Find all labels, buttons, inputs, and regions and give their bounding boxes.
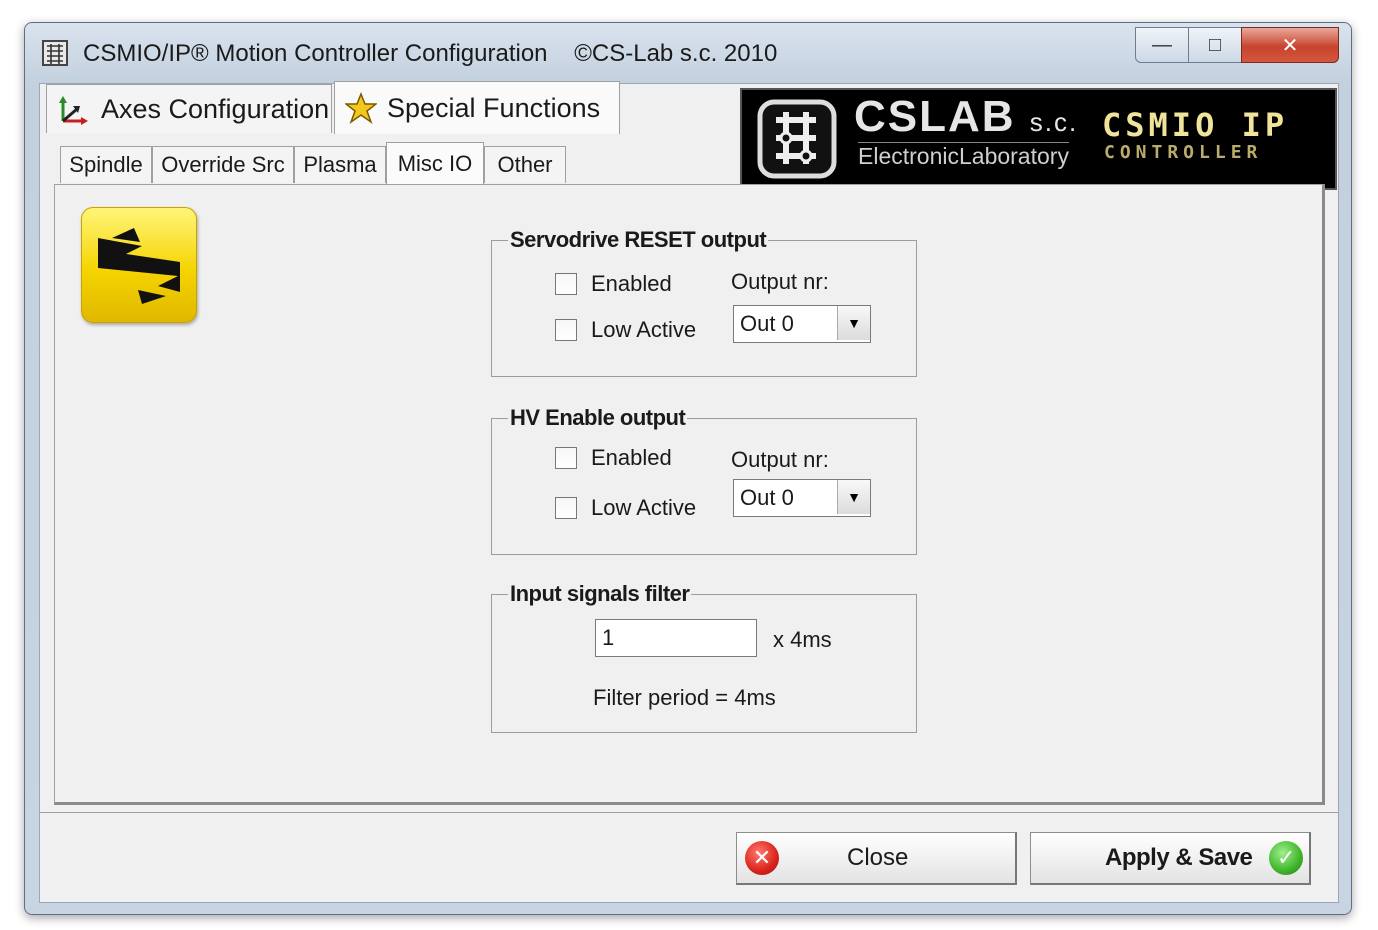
tab-plasma[interactable]: Plasma (294, 146, 386, 183)
tab-axes-configuration[interactable]: Axes Configuration (46, 84, 332, 133)
group-title: Servodrive RESET output (510, 227, 767, 252)
tab-label: Plasma (303, 152, 377, 177)
select-value: Out 0 (740, 485, 794, 510)
filter-value-input[interactable]: 1 (595, 619, 757, 657)
client-area: Axes Configuration Special Functions Spi… (39, 81, 1339, 903)
hv-low-active-label: Low Active (591, 495, 697, 520)
select-value: Out 0 (740, 311, 794, 336)
reset-output-label: Output nr: (731, 269, 829, 294)
tab-override-src[interactable]: Override Src (152, 146, 294, 183)
tab-label: Spindle (69, 152, 143, 177)
hv-low-active-checkbox[interactable] (555, 497, 577, 519)
cslab-logo-icon (757, 99, 837, 179)
tab-label: Override Src (161, 152, 285, 177)
minimize-icon: — (1152, 33, 1172, 56)
apply-save-button[interactable]: Apply & Save ✓ (1030, 832, 1311, 885)
hv-enabled-checkbox[interactable] (555, 447, 577, 469)
tab-label: Misc IO (397, 151, 473, 176)
chevron-down-icon[interactable]: ▼ (837, 306, 870, 340)
app-window: CSMIO/IP® Motion Controller Configuratio… (24, 22, 1352, 915)
checkmark-icon: ✓ (1269, 841, 1303, 875)
banner-product-sub: CONTROLLER (1104, 142, 1263, 163)
reset-low-active-label: Low Active (591, 317, 697, 342)
misc-io-panel: Servodrive RESET output Enabled Low Acti… (54, 184, 1325, 805)
filter-unit-label: x 4ms (773, 627, 832, 652)
minimize-button[interactable]: — (1135, 27, 1189, 63)
star-icon (345, 92, 377, 124)
input-value: 1 (602, 625, 615, 650)
reset-low-active-checkbox[interactable] (555, 319, 577, 341)
servodrive-reset-group: Servodrive RESET output (491, 227, 917, 377)
tab-other[interactable]: Other (484, 146, 566, 183)
window-title: CSMIO/IP® Motion Controller Configuratio… (83, 40, 778, 67)
maximize-button[interactable]: □ (1188, 27, 1242, 63)
hv-enabled-label: Enabled (591, 445, 672, 470)
banner-tagline: ElectronicLaboratory (858, 142, 1069, 169)
cancel-icon: ✕ (745, 841, 779, 875)
close-icon: ✕ (1281, 34, 1299, 57)
tab-label: Special Functions (387, 92, 601, 123)
tab-misc-io[interactable]: Misc IO (386, 142, 484, 185)
tab-spindle[interactable]: Spindle (60, 146, 152, 183)
banner-company-suffix: s.c. (1029, 107, 1079, 137)
hv-output-select[interactable]: Out 0 ▼ (733, 479, 871, 517)
close-button[interactable]: ✕ Close (736, 832, 1017, 885)
axes-icon (59, 96, 88, 125)
hv-output-label: Output nr: (731, 447, 829, 472)
tab-label: Axes Configuration (101, 93, 330, 124)
filter-period-text: Filter period = 4ms (593, 685, 776, 710)
reset-enabled-label: Enabled (591, 271, 672, 296)
group-title: Input signals filter (510, 581, 690, 606)
maximize-icon: □ (1208, 33, 1222, 56)
group-title: HV Enable output (510, 405, 686, 430)
button-label: Apply & Save (1105, 844, 1253, 871)
banner-company: CSLAB (854, 92, 1016, 141)
cslab-banner: CSLAB s.c. ElectronicLaboratory CSMIO IP… (740, 88, 1337, 190)
chevron-down-icon[interactable]: ▼ (837, 480, 870, 514)
footer-divider (40, 812, 1338, 813)
tab-special-functions[interactable]: Special Functions (334, 81, 620, 134)
app-icon (42, 40, 68, 66)
title-bar[interactable]: CSMIO/IP® Motion Controller Configuratio… (25, 23, 1351, 85)
reset-enabled-checkbox[interactable] (555, 273, 577, 295)
button-label: Close (847, 844, 909, 871)
reset-output-select[interactable]: Out 0 ▼ (733, 305, 871, 343)
tab-label: Other (497, 152, 553, 177)
banner-product: CSMIO IP (1102, 106, 1289, 144)
misc-io-logo-icon (81, 207, 197, 323)
close-window-button[interactable]: ✕ (1241, 27, 1339, 63)
